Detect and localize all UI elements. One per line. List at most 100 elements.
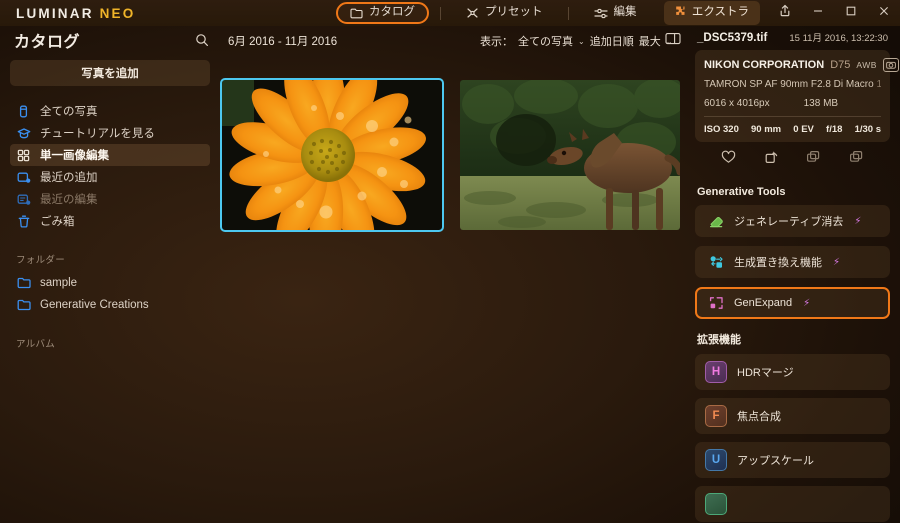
rotate-button[interactable]: [764, 150, 779, 169]
exif-row: ISO 320 90 mm 0 EV f/18 1/30 s: [704, 117, 881, 135]
tool-genexpand-label: GenExpand: [734, 297, 793, 309]
extension-upscale[interactable]: U アップスケール: [695, 442, 890, 478]
folder-item-sample[interactable]: sample: [10, 272, 210, 294]
trash-icon: [16, 215, 31, 228]
sidebar-item-single-image-edit[interactable]: 単一画像編集: [10, 144, 210, 166]
photo-grid: [220, 54, 680, 523]
chevron-down-icon-filter[interactable]: ⌄: [578, 37, 585, 46]
minimize-icon: [812, 4, 824, 22]
folder-item-generative-creations[interactable]: Generative Creations: [10, 294, 210, 316]
title-bar: LUMINAR NEO カタログ プリセット 編集 エクストラ: [0, 0, 900, 26]
nav-tab-edit-label: 編集: [613, 6, 637, 19]
hdr-badge-icon: H: [705, 361, 727, 383]
thumb-size-dropdown[interactable]: 最大: [639, 33, 661, 49]
folder-item-sample-label: sample: [40, 277, 78, 289]
sidebar-item-recently-added[interactable]: 最近の追加: [10, 166, 210, 188]
thumbnail-deer[interactable]: [460, 80, 680, 230]
thumbnail-orange-flower[interactable]: [220, 78, 444, 232]
copies-button[interactable]: [849, 150, 864, 168]
camera-icon: [882, 58, 899, 72]
view-filter-dropdown[interactable]: 全ての写真: [518, 33, 573, 49]
nav-tab-presets-label: プリセット: [485, 6, 543, 19]
sidebar-item-trash-label: ごみ箱: [40, 216, 75, 228]
folders-heading: フォルダー: [16, 255, 66, 266]
nav-tab-edit[interactable]: 編集: [580, 2, 651, 24]
stack-button[interactable]: [806, 150, 821, 168]
recent-added-icon: [16, 171, 31, 184]
close-button[interactable]: [867, 0, 900, 26]
maximize-button[interactable]: [834, 0, 867, 26]
left-sidebar: 写真を追加 全ての写真 チュートリアルを見る 単一画像編集 最近の追加 最近の編…: [0, 54, 220, 523]
puzzle-icon: [673, 5, 686, 22]
sidebar-item-trash[interactable]: ごみ箱: [10, 210, 210, 232]
deer-photo: [460, 80, 680, 230]
copies-icon: [849, 150, 864, 167]
folder-icon: [16, 277, 31, 289]
focus-badge-icon: F: [705, 405, 727, 427]
library-nav-list: 全ての写真 チュートリアルを見る 単一画像編集 最近の追加 最近の編集 ごみ箱: [10, 100, 210, 232]
folder-icon: [350, 8, 363, 19]
add-photos-button[interactable]: 写真を追加: [10, 60, 210, 86]
favorite-button[interactable]: [721, 150, 736, 169]
rotate-icon: [764, 150, 779, 168]
stack-icon: [806, 150, 821, 167]
logo-primary: LUMINAR: [16, 5, 94, 21]
sidebar-item-tutorials-label: チュートリアルを見る: [40, 128, 155, 140]
app-logo: LUMINAR NEO: [16, 6, 135, 21]
presets-icon: [466, 7, 479, 19]
nav-tab-catalog[interactable]: カタログ: [336, 2, 429, 24]
extension-hdr-merge-label: HDRマージ: [737, 367, 794, 379]
add-photos-label: 写真を追加: [81, 68, 139, 80]
sort-order-dropdown[interactable]: 追加日順: [590, 33, 634, 49]
dimensions-row: 6016 x 4016px 138 MB: [704, 98, 881, 117]
photo-actions-row: [695, 144, 890, 174]
camera-make-label: NIKON CORPORATION: [704, 59, 825, 71]
panel-toggle-button[interactable]: [665, 32, 681, 50]
sidebar-item-recently-edited[interactable]: 最近の編集: [10, 188, 210, 210]
search-icon: [195, 34, 209, 51]
share-button[interactable]: [768, 0, 801, 26]
lens-label: TAMRON SP AF 90mm F2.8 Di Macro: [704, 79, 874, 90]
recent-edited-icon: [16, 193, 31, 206]
view-label: 表示：: [480, 36, 513, 48]
close-icon: [878, 4, 890, 22]
orange-flower-photo: [222, 80, 442, 230]
sidebar-item-all-photos-label: 全ての写真: [40, 106, 98, 118]
nav-divider-1: [440, 6, 441, 20]
extension-upscale-label: アップスケール: [737, 455, 814, 467]
sidebar-item-tutorials[interactable]: チュートリアルを見る: [10, 122, 210, 144]
nav-tab-presets[interactable]: プリセット: [452, 2, 557, 24]
tool-generative-erase[interactable]: ジェネレーティブ消去 ⚡: [695, 205, 890, 237]
thumbnail-row: [220, 78, 680, 232]
sub-header: カタログ 6月 2016 - 11月 2016 表示： 全ての写真 ⌄ 追加日順…: [0, 26, 900, 54]
extensions-heading: 拡張機能: [697, 334, 741, 346]
extension-focus-stacking[interactable]: F 焦点合成: [695, 398, 890, 434]
extension-partial-row[interactable]: [695, 486, 890, 522]
heart-icon: [721, 150, 736, 168]
ai-bolt-icon: ⚡: [803, 297, 811, 309]
maximize-icon: [845, 4, 857, 22]
page-title: カタログ: [14, 34, 81, 51]
folder-item-generative-creations-label: Generative Creations: [40, 299, 149, 311]
minimize-button[interactable]: [801, 0, 834, 26]
search-button[interactable]: [195, 33, 209, 52]
sidebar-item-recently-edited-label: 最近の編集: [40, 194, 98, 206]
dimensions-label: 6016 x 4016px: [704, 98, 770, 109]
tool-generative-replace[interactable]: 生成置き換え機能 ⚡: [695, 246, 890, 278]
exif-shutter-speed: 1/30 s: [854, 124, 881, 135]
sidebar-item-all-photos[interactable]: 全ての写真: [10, 100, 210, 122]
exif-exposure-compensation: 0 EV: [793, 124, 814, 135]
upscale-badge-icon: U: [705, 449, 727, 471]
extras-button[interactable]: エクストラ: [663, 0, 760, 26]
exif-focal-length: 90 mm: [751, 124, 782, 135]
tool-genexpand[interactable]: GenExpand ⚡: [695, 287, 890, 319]
share-icon: [779, 4, 791, 22]
logo-secondary: NEO: [99, 5, 136, 21]
ai-bolt-icon: ⚡: [833, 256, 841, 268]
right-panel: _DSC5379.tif 15 11月 2016, 13:22:30 NIKON…: [685, 26, 900, 523]
graduation-cap-icon: [16, 127, 31, 140]
date-range-label: 6月 2016 - 11月 2016: [228, 36, 338, 48]
luminar-neo-window: LUMINAR NEO カタログ プリセット 編集 エクストラ カタログ 6月 …: [0, 0, 900, 523]
extension-hdr-merge[interactable]: H HDRマージ: [695, 354, 890, 390]
view-options: 表示： 全ての写真 ⌄ 追加日順 最大 ⌄: [480, 33, 672, 49]
